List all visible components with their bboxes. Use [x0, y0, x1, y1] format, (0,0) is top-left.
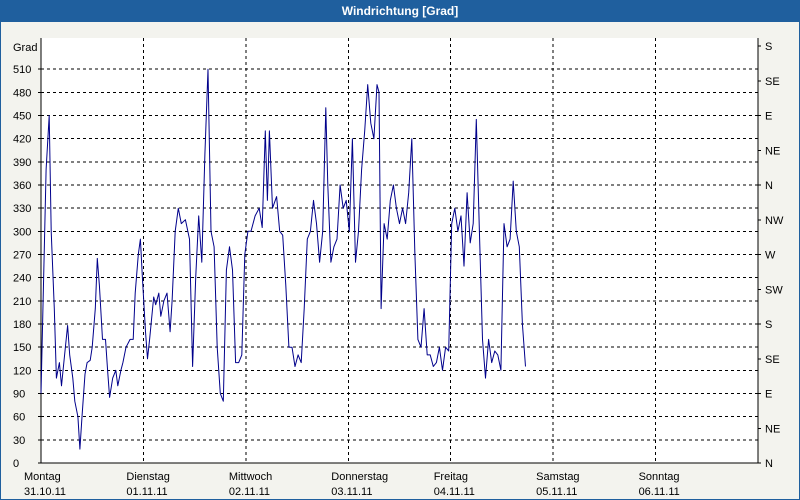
x-date-label: 02.11.11 [229, 486, 270, 498]
compass-label: N [765, 180, 773, 192]
y-tick-label: 240 [13, 273, 31, 285]
y-tick-label: 420 [13, 134, 31, 146]
compass-label: SW [765, 284, 783, 296]
x-day-label: Samstag [536, 471, 579, 483]
chart-window: Windrichtung [Grad] 0 30 60 90 120 150 180 210 2… [0, 0, 800, 500]
x-day-label: Montag [24, 471, 61, 483]
y-tick-label: 210 [13, 296, 31, 308]
y-tick-label: 60 [13, 412, 25, 424]
y-tick-label: 180 [13, 319, 31, 331]
x-day-label: Freitag [434, 471, 468, 483]
grid [41, 38, 758, 463]
y-tick-label: 300 [13, 226, 31, 238]
y-tick-label: 480 [13, 87, 31, 99]
y-tick-label: 120 [13, 365, 31, 377]
x-date-label: 06.11.11 [639, 486, 680, 498]
y-tick-label: 30 [13, 435, 25, 447]
y-tick-label: 270 [13, 250, 31, 262]
wind-direction-chart: 0 30 60 90 120 150 180 210 240 270 300 330 360 390 420… [13, 38, 784, 498]
compass-label: E [765, 389, 772, 401]
y-tick-label: 450 [13, 111, 31, 123]
y-tick-label: 90 [13, 389, 25, 401]
compass-label: S [765, 41, 772, 53]
x-date-label: 04.11.11 [434, 486, 475, 498]
compass-label: NE [765, 145, 780, 157]
x-day-label: Dienstag [126, 471, 169, 483]
compass-label: NE [765, 423, 780, 435]
y-tick-label: 510 [13, 64, 31, 76]
y-axis-label: Grad [13, 42, 37, 54]
x-day-label: Donnerstag [331, 471, 388, 483]
x-day-label: Mittwoch [229, 471, 272, 483]
compass-label: SE [765, 354, 780, 366]
y-tick-label: 360 [13, 180, 31, 192]
compass-label: N [765, 458, 773, 470]
x-date-label: 31.10.11 [24, 486, 66, 498]
plot-background [41, 38, 758, 463]
compass-label: W [765, 250, 776, 262]
compass-label: NW [765, 215, 784, 227]
compass-label: E [765, 111, 772, 123]
x-date-label: 05.11.11 [536, 486, 577, 498]
compass-label: SE [765, 76, 780, 88]
y-tick-label: 0 [13, 458, 19, 470]
y-tick-label: 330 [13, 203, 31, 215]
y-tick-label: 150 [13, 342, 31, 354]
x-date-label: 01.11.11 [126, 486, 167, 498]
y-tick-label: 390 [13, 157, 31, 169]
x-date-label: 03.11.11 [331, 486, 372, 498]
compass-label: S [765, 319, 772, 331]
x-day-label: Sonntag [639, 471, 680, 483]
